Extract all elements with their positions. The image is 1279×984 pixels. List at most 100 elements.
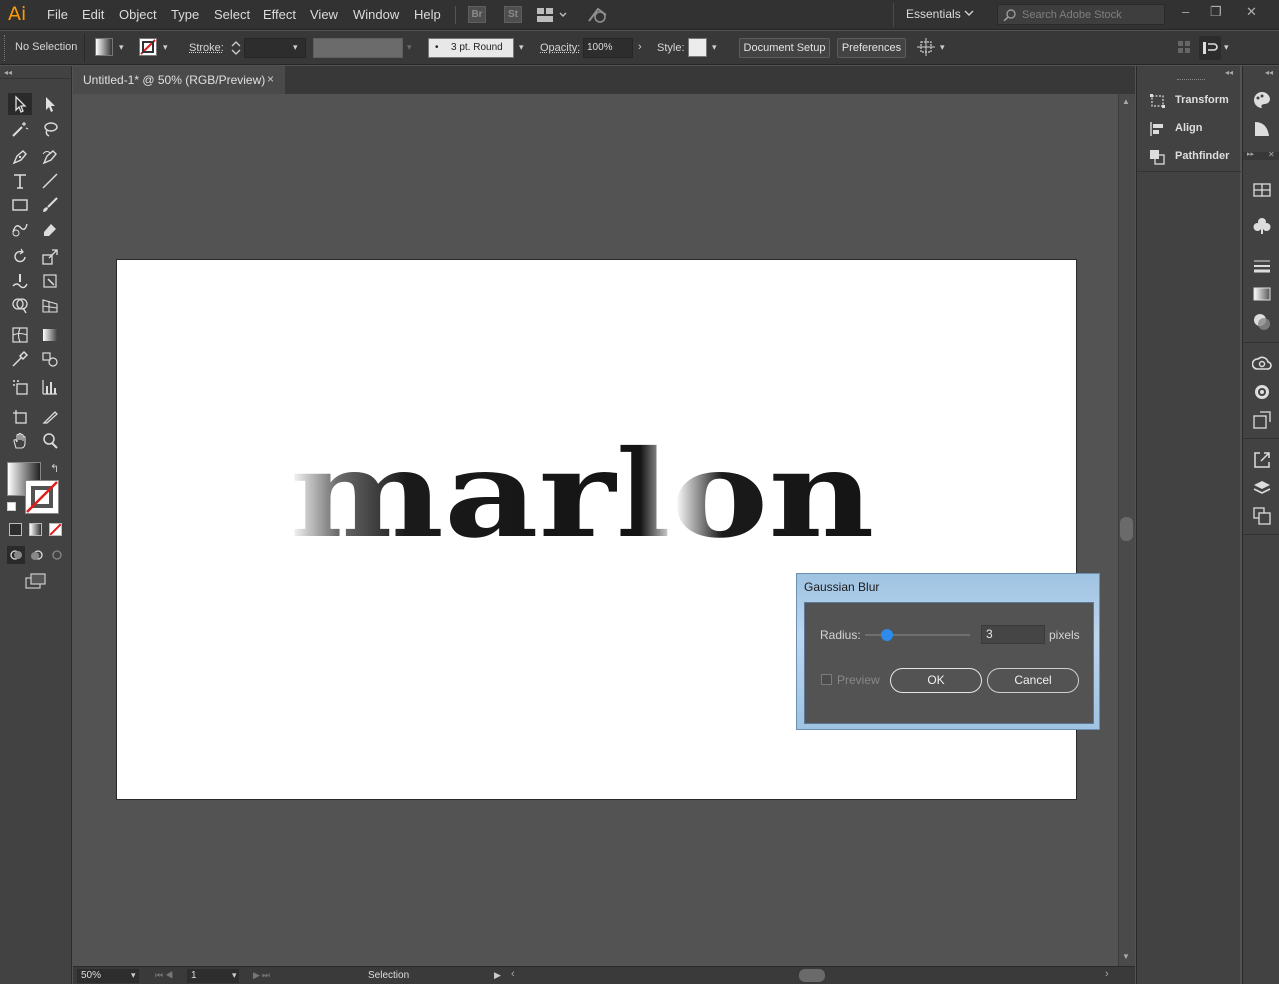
artboard-nav-next-icon[interactable]: ▶⏭: [253, 970, 272, 981]
chevron-down-icon[interactable]: ▾: [293, 42, 298, 53]
chevron-down-icon[interactable]: ▾: [131, 970, 136, 981]
blend-tool-icon[interactable]: [38, 348, 62, 370]
ok-button[interactable]: OK: [890, 668, 982, 693]
screen-mode-icon[interactable]: [24, 572, 48, 590]
magic-wand-tool-icon[interactable]: [8, 118, 32, 140]
free-transform-tool-icon[interactable]: [38, 270, 62, 292]
preferences-button[interactable]: Preferences: [837, 38, 906, 58]
stock-button[interactable]: St: [504, 6, 522, 23]
menu-view[interactable]: View: [310, 7, 338, 22]
restore-icon[interactable]: ❐: [1210, 4, 1222, 20]
curvature-tool-icon[interactable]: [38, 146, 62, 168]
artboard-nav-prev-icon[interactable]: ⏮◀: [155, 970, 175, 981]
collapse-icon[interactable]: ◂◂: [1225, 68, 1233, 77]
chevron-down-icon[interactable]: ▾: [119, 42, 124, 53]
eyedropper-tool-icon[interactable]: [8, 348, 32, 370]
close-window-icon[interactable]: ✕: [1246, 4, 1257, 20]
chevron-down-icon[interactable]: ▾: [519, 42, 524, 53]
stroke-icon[interactable]: [1252, 256, 1272, 276]
slice-tool-icon[interactable]: [38, 406, 62, 428]
scroll-up-icon[interactable]: ▲: [1122, 97, 1130, 106]
scroll-down-icon[interactable]: ▼: [1122, 952, 1130, 961]
chevron-down-icon[interactable]: [964, 8, 974, 18]
type-tool-icon[interactable]: [8, 170, 32, 192]
symbols-icon[interactable]: [1252, 216, 1272, 236]
chevron-down-icon[interactable]: ▾: [1224, 42, 1229, 53]
color-guide-icon[interactable]: [1252, 119, 1272, 139]
creative-cloud-libraries-icon[interactable]: [1252, 354, 1272, 374]
swatches-icon[interactable]: [1252, 180, 1272, 200]
menu-window[interactable]: Window: [353, 7, 399, 22]
color-mode-icon[interactable]: [9, 523, 22, 536]
gpu-performance-icon[interactable]: [586, 5, 610, 25]
close-icon[interactable]: ×: [267, 72, 274, 86]
graphic-styles-icon[interactable]: [1252, 410, 1272, 430]
stroke-box[interactable]: [25, 480, 59, 514]
grip-icon[interactable]: [4, 35, 7, 61]
panel-toggle-icon[interactable]: [1199, 36, 1221, 60]
dock-separator[interactable]: ▸▸ ✕: [1243, 150, 1279, 160]
shape-builder-tool-icon[interactable]: [8, 294, 32, 316]
horizontal-scroll-thumb[interactable]: [799, 969, 825, 982]
bridge-button[interactable]: Br: [468, 6, 486, 23]
swap-fill-stroke-icon[interactable]: ↰: [50, 462, 59, 475]
chevron-down-icon[interactable]: ▾: [163, 42, 168, 53]
mesh-tool-icon[interactable]: [8, 324, 32, 346]
opacity-label[interactable]: Opacity:: [540, 42, 580, 54]
direct-selection-tool-icon[interactable]: [38, 93, 62, 115]
grip-icon[interactable]: [1177, 79, 1205, 82]
appearance-icon[interactable]: [1252, 382, 1272, 402]
panel-align[interactable]: Align: [1149, 121, 1203, 137]
gradient-icon[interactable]: [1252, 284, 1272, 304]
radius-input[interactable]: 3: [981, 625, 1045, 644]
transparency-icon[interactable]: [1252, 312, 1272, 332]
artboard-tool-icon[interactable]: [8, 406, 32, 428]
eraser-tool-icon[interactable]: [38, 218, 62, 240]
graphic-style-swatch[interactable]: [688, 38, 707, 57]
menu-type[interactable]: Type: [171, 7, 199, 22]
lasso-tool-icon[interactable]: [38, 118, 62, 140]
chevron-down-icon[interactable]: ▾: [232, 970, 237, 981]
collapse-icon[interactable]: ◂◂: [4, 68, 12, 77]
variable-width-profile[interactable]: [313, 38, 403, 58]
selection-tool-icon[interactable]: [8, 93, 32, 115]
stroke-swatch[interactable]: [139, 38, 157, 56]
menu-effect[interactable]: Effect: [263, 7, 296, 22]
menu-file[interactable]: File: [47, 7, 68, 22]
transform-options-icon[interactable]: [1177, 40, 1191, 54]
column-graph-tool-icon[interactable]: [38, 376, 62, 398]
status-menu-icon[interactable]: ▶: [494, 970, 501, 981]
preview-checkbox[interactable]: [821, 674, 832, 685]
stroke-label[interactable]: Stroke:: [189, 42, 224, 54]
cancel-button[interactable]: Cancel: [987, 668, 1079, 693]
rectangle-tool-icon[interactable]: [8, 194, 32, 216]
panel-transform[interactable]: Transform: [1149, 93, 1229, 109]
line-segment-tool-icon[interactable]: [38, 170, 62, 192]
menu-object[interactable]: Object: [119, 7, 157, 22]
color-icon[interactable]: [1252, 90, 1272, 110]
vertical-scroll-thumb[interactable]: [1120, 517, 1133, 541]
shaper-tool-icon[interactable]: [8, 218, 32, 240]
brush-definition[interactable]: • 3 pt. Round: [428, 38, 514, 58]
zoom-field[interactable]: 50%: [77, 969, 139, 983]
hand-tool-icon[interactable]: [8, 430, 32, 452]
pen-tool-icon[interactable]: [8, 146, 32, 168]
scroll-left-icon[interactable]: ‹: [511, 968, 515, 980]
gradient-mode-icon[interactable]: [29, 523, 42, 536]
arrange-documents-icon[interactable]: [537, 7, 567, 23]
chevron-down-icon[interactable]: ▾: [407, 42, 412, 53]
menu-help[interactable]: Help: [414, 7, 441, 22]
paintbrush-tool-icon[interactable]: [38, 194, 62, 216]
stroke-stepper[interactable]: [230, 39, 242, 57]
warp-tool-icon[interactable]: [8, 270, 32, 292]
chevron-down-icon[interactable]: ▾: [940, 42, 945, 53]
draw-normal-icon[interactable]: [7, 546, 25, 564]
scale-tool-icon[interactable]: [38, 246, 62, 268]
draw-inside-icon[interactable]: [48, 546, 66, 564]
search-input[interactable]: Search Adobe Stock: [1022, 9, 1122, 21]
align-to-icon[interactable]: [917, 38, 939, 58]
document-setup-button[interactable]: Document Setup: [739, 38, 830, 58]
rotate-tool-icon[interactable]: [8, 246, 32, 268]
collapse-icon[interactable]: ◂◂: [1265, 68, 1273, 77]
chevron-down-icon[interactable]: ▾: [712, 42, 717, 53]
